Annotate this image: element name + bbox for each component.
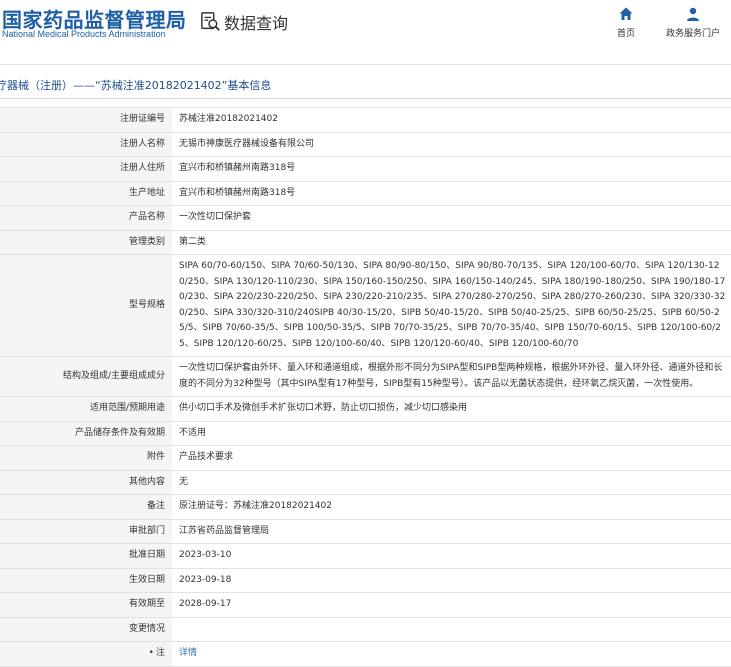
detail-link[interactable]: 详情 — [179, 648, 197, 658]
info-row: 结构及组成/主要组成成分 一次性切口保护套由外环、量入环和通道组成，根据外形不同分… — [0, 356, 731, 397]
row-label: 变更情况 — [0, 616, 172, 642]
row-label: 审批部门 — [0, 518, 172, 544]
row-label: 产品名称 — [0, 205, 172, 231]
home-icon — [619, 7, 633, 20]
user-icon — [687, 7, 699, 21]
note-value-cell: 详情 — [172, 641, 731, 667]
row-label: 备注 — [0, 494, 172, 520]
row-value: 供小切口手术及微创手术扩张切口术野，防止切口损伤，减少切口感染用 — [172, 396, 731, 422]
row-label: 有效期至 — [0, 592, 172, 618]
bulb-icon: • — [148, 648, 154, 658]
info-row: 批准日期 2023-03-10 — [0, 543, 731, 569]
data-query-title: 数据查询 — [200, 10, 288, 34]
row-label: 附件 — [0, 445, 172, 471]
row-label: 注册证编号 — [0, 107, 172, 133]
page-title: 疗器械（注册）——“苏械注准20182021402”基本信息 — [0, 79, 272, 92]
nav-home-label: 首页 — [616, 29, 635, 39]
nav-home[interactable]: 首页 — [591, 6, 661, 39]
row-value: 原注册证号：苏械注准20182021402 — [172, 494, 731, 520]
info-row: 产品储存条件及有效期 不适用 — [0, 420, 731, 446]
site-logo-en[interactable]: National Medical Products Administration — [2, 29, 166, 39]
search-document-icon — [201, 12, 220, 31]
nav-service-portal-label: 政务服务门户 — [665, 29, 720, 39]
row-value: SIPA 60/70-60/150、SIPA 70/60-50/130、SIPA… — [172, 254, 731, 357]
row-value: 苏械注准20182021402 — [172, 107, 731, 133]
row-value: 不适用 — [172, 420, 731, 446]
row-label: 生效日期 — [0, 567, 172, 593]
note-label: 注 — [155, 648, 165, 658]
data-query-label: 数据查询 — [224, 14, 289, 33]
row-label: 型号规格 — [0, 254, 172, 357]
registration-info-table: 注册证编号 苏械注准20182021402 注册人名称 无锡市神康医疗器械设备有限公司… — [0, 107, 731, 667]
row-value: 一次性切口保护套由外环、量入环和通道组成，根据外形不同分为SIPA型和SIPB型… — [172, 356, 731, 397]
info-row: 注册人住所 宜兴市和桥镇赭州南路318号 — [0, 156, 731, 182]
info-row: 适用范围/预期用途 供小切口手术及微创手术扩张切口术野，防止切口损伤，减少切口感染… — [0, 396, 731, 422]
row-value: 一次性切口保护套 — [172, 205, 731, 231]
row-value: 无 — [172, 469, 731, 495]
row-label: 注册人名称 — [0, 131, 172, 157]
row-label: 注册人住所 — [0, 156, 172, 182]
row-value: 2023-03-10 — [172, 543, 731, 569]
row-label: 适用范围/预期用途 — [0, 396, 172, 422]
row-value: 无锡市神康医疗器械设备有限公司 — [172, 131, 731, 157]
row-value: 宜兴市和桥镇赭州南路318号 — [172, 180, 731, 206]
row-label: 生产地址 — [0, 180, 172, 206]
info-row: 审批部门 江苏省药品监督管理局 — [0, 518, 731, 544]
note-label-cell: • 注 — [0, 641, 172, 667]
info-row: 注册证编号 苏械注准20182021402 — [0, 107, 731, 133]
info-row: 变更情况 — [0, 616, 731, 642]
row-value: 产品技术要求 — [172, 445, 731, 471]
title-divider — [0, 98, 731, 99]
info-row: 生效日期 2023-09-18 — [0, 567, 731, 593]
info-row: 备注 原注册证号：苏械注准20182021402 — [0, 494, 731, 520]
row-value: 2023-09-18 — [172, 567, 731, 593]
site-header: 国家药品监督管理局 National Medical Products Admi… — [0, 0, 731, 65]
info-row: 生产地址 宜兴市和桥镇赭州南路318号 — [0, 180, 731, 206]
page-title-bar: 疗器械（注册）——“苏械注准20182021402”基本信息 — [0, 77, 731, 97]
row-value: 第二类 — [172, 229, 731, 255]
row-label: 批准日期 — [0, 543, 172, 569]
info-row: 管理类别 第二类 — [0, 229, 731, 255]
nav-service-portal[interactable]: 政务服务门户 — [658, 6, 728, 39]
row-value — [172, 616, 731, 642]
note-row: • 注详情 — [0, 641, 731, 667]
info-row: 产品名称 一次性切口保护套 — [0, 205, 731, 231]
info-row: 附件 产品技术要求 — [0, 445, 731, 471]
row-label: 其他内容 — [0, 469, 172, 495]
info-row: 有效期至 2028-09-17 — [0, 592, 731, 618]
row-label: 产品储存条件及有效期 — [0, 420, 172, 446]
row-label: 结构及组成/主要组成成分 — [0, 356, 172, 397]
row-value: 江苏省药品监督管理局 — [172, 518, 731, 544]
row-value: 宜兴市和桥镇赭州南路318号 — [172, 156, 731, 182]
row-label: 管理类别 — [0, 229, 172, 255]
info-row: 型号规格 SIPA 60/70-60/150、SIPA 70/60-50/130、… — [0, 254, 731, 357]
row-value: 2028-09-17 — [172, 592, 731, 618]
info-row: 注册人名称 无锡市神康医疗器械设备有限公司 — [0, 131, 731, 157]
info-row: 其他内容无 — [0, 469, 731, 495]
